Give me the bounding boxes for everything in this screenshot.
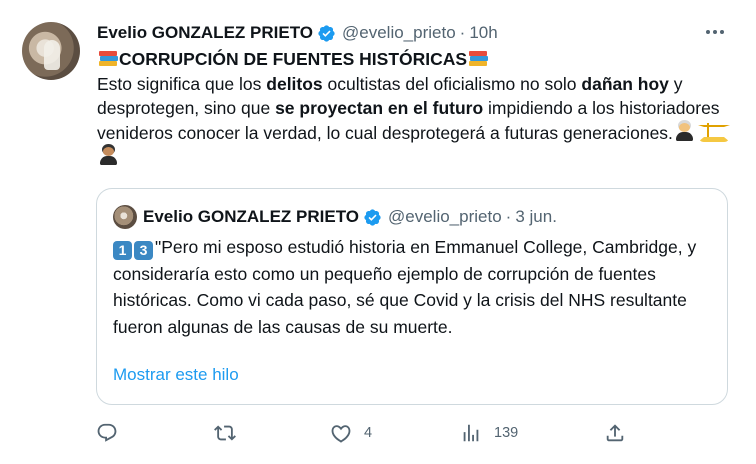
like-count: 4: [364, 425, 373, 441]
tweet-title-line: CORRUPCIÓN DE FUENTES HISTÓRICAS: [97, 47, 737, 72]
retweet-icon: [214, 425, 236, 441]
quoted-author-avatar: [113, 205, 137, 229]
verified-badge-icon: [364, 208, 381, 226]
quoted-header: Evelio GONZALEZ PRIETO @evelio_prieto · …: [143, 205, 557, 229]
quoted-author-handle: @evelio_prieto: [388, 207, 502, 226]
retweet-button[interactable]: [214, 420, 248, 446]
like-button[interactable]: 4: [330, 420, 372, 446]
action-bar: 4 139: [96, 420, 636, 446]
tweet[interactable]: Evelio GONZALEZ PRIETO @evelio_prieto · …: [0, 0, 756, 464]
author-name[interactable]: Evelio GONZALEZ PRIETO: [97, 23, 313, 43]
verified-badge-icon: [318, 24, 335, 42]
judge-emoji: [674, 122, 696, 142]
views-count: 139: [494, 425, 519, 441]
books-emoji: [468, 50, 489, 68]
bold-segment: delitos: [266, 73, 323, 94]
bold-segment: dañan hoy: [581, 73, 669, 94]
tweet-text: CORRUPCIÓN DE FUENTES HISTÓRICAS Esto si…: [97, 47, 737, 170]
tweet-paragraph: Esto significa que los delitos ocultista…: [97, 72, 737, 170]
keycap-emoji: 3: [134, 241, 153, 260]
bold-segment: se proyectan en el futuro: [275, 98, 484, 118]
keycap-emoji: 1: [113, 241, 132, 260]
books-emoji: [98, 50, 118, 68]
share-button[interactable]: [604, 420, 626, 446]
quoted-text-content: "Pero mi esposo estudió historia en Emma…: [113, 237, 697, 337]
separator-dot: ·: [459, 23, 466, 42]
more-options-icon[interactable]: [703, 22, 727, 42]
tweet-title: CORRUPCIÓN DE FUENTES HISTÓRICAS: [119, 49, 468, 69]
author-avatar[interactable]: [22, 22, 80, 80]
text-segment: ocultistas del oficialismo no solo: [322, 73, 582, 94]
reply-icon: [97, 423, 117, 442]
tweet-timestamp[interactable]: 10h: [469, 23, 497, 43]
quoted-author-name: Evelio GONZALEZ PRIETO: [143, 207, 359, 226]
like-icon: [331, 425, 351, 443]
views-button[interactable]: 139: [460, 420, 518, 446]
quoted-text: 1 3 "Pero mi esposo estudió historia en Em…: [113, 234, 713, 340]
quoted-timestamp: 3 jun.: [515, 207, 557, 226]
reply-button[interactable]: [96, 420, 130, 446]
quoted-tweet[interactable]: Evelio GONZALEZ PRIETO @evelio_prieto · …: [96, 188, 728, 405]
scales-emoji: [697, 122, 730, 142]
tweet-header: Evelio GONZALEZ PRIETO @evelio_prieto · …: [97, 21, 498, 45]
separator-dot: ·: [505, 207, 512, 226]
author-handle[interactable]: @evelio_prieto: [342, 23, 456, 43]
share-icon: [606, 424, 624, 442]
show-thread-link[interactable]: Mostrar este hilo: [113, 365, 239, 385]
views-icon: [463, 424, 479, 442]
judge-emoji: [98, 146, 120, 166]
text-segment: Esto significa que los: [97, 73, 267, 94]
